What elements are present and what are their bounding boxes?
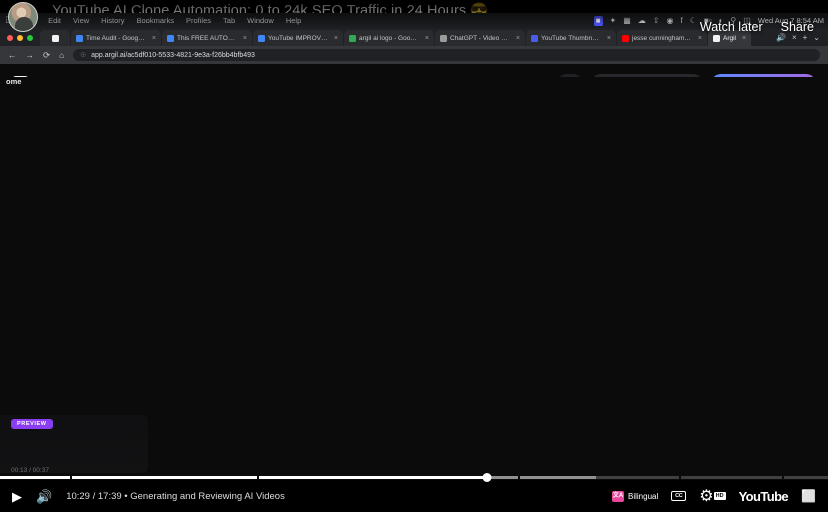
minimize-window-button[interactable] xyxy=(17,35,23,41)
menu-item-bookmarks[interactable]: Bookmarks xyxy=(131,16,181,25)
controls-right: 文A Bilingual CC ⚙ HD YouTube ⬜ xyxy=(612,486,816,506)
tab-favicon xyxy=(167,34,174,42)
close-window-button[interactable] xyxy=(7,35,13,41)
browser-tab-1[interactable]: This FREE AUTOMATIC× xyxy=(162,30,252,46)
pinned-tab[interactable] xyxy=(40,30,70,46)
chapter-markers xyxy=(0,476,828,479)
volume-icon[interactable]: 🔊 xyxy=(36,490,52,503)
chapter-marker-3 xyxy=(678,476,681,479)
fullscreen-icon[interactable]: ⬜ xyxy=(801,489,816,503)
tab-close-button[interactable]: × xyxy=(149,35,156,42)
back-button[interactable]: ← xyxy=(8,51,17,60)
window-traffic-lights[interactable] xyxy=(0,35,40,46)
site-info-icon[interactable]: ☉ xyxy=(80,51,86,59)
tab-close-icon[interactable]: × xyxy=(792,33,797,42)
arrow-up-icon[interactable]: ⇧ xyxy=(653,16,660,25)
new-tab-button[interactable]: + xyxy=(803,33,808,42)
menu-item-window[interactable]: Window xyxy=(241,16,280,25)
tab-mute-icon[interactable]: 🔊 xyxy=(776,33,786,42)
tab-strip-actions: 🔊 × + ⌄ xyxy=(770,33,828,46)
dropbox-icon[interactable]: ✦ xyxy=(610,16,617,25)
tab-favicon xyxy=(622,34,629,42)
screen-record-icon[interactable]: ■ xyxy=(593,15,603,26)
home-button[interactable]: ⌂ xyxy=(59,51,64,60)
more-videos-card[interactable]: PREVIEW 00:13 / 00:37 xyxy=(0,415,148,474)
chapter-marker-0 xyxy=(70,476,73,479)
time-display: 10:29 / 17:39 • Generating and Reviewing… xyxy=(66,490,285,502)
play-icon[interactable]: ▶ xyxy=(12,490,22,503)
tab-favicon xyxy=(258,34,265,42)
tab-title: Argil xyxy=(723,34,737,42)
youtube-logo[interactable]: YouTube xyxy=(739,489,789,504)
chapter-marker-1 xyxy=(256,476,259,479)
moon-icon[interactable]: ☾ xyxy=(690,16,697,25)
tab-close-button[interactable]: × xyxy=(695,35,702,42)
tab-close-button[interactable]: × xyxy=(604,35,611,42)
browser-tab-2[interactable]: YouTube IMPROVEMEN× xyxy=(253,30,343,46)
tab-favicon xyxy=(349,34,356,42)
tab-favicon xyxy=(76,34,83,42)
controls-row: ▶ 🔊 10:29 / 17:39 • Generating and Revie… xyxy=(0,480,828,512)
f-icon[interactable]: f xyxy=(681,16,683,25)
tab-search-button[interactable]: ⌄ xyxy=(813,33,820,42)
menu-item-edit[interactable]: Edit xyxy=(42,16,67,25)
menu-item-view[interactable]: View xyxy=(67,16,95,25)
bilingual-icon: 文A xyxy=(612,490,625,502)
tab-title: argil ai logo - Google S xyxy=(359,34,419,42)
tab-close-button[interactable]: × xyxy=(331,35,338,42)
browser-tab-6[interactable]: jesse cunningham - Yo × xyxy=(617,30,707,46)
tab-favicon xyxy=(713,34,720,42)
tab-close-button[interactable]: × xyxy=(739,35,746,42)
tab-title: YouTube Thumbnails C xyxy=(541,34,601,42)
tab-close-button[interactable]: × xyxy=(422,35,429,42)
forward-button[interactable]: → xyxy=(26,51,35,60)
menu-item-tab[interactable]: Tab xyxy=(217,16,241,25)
tab-title: YouTube IMPROVEMEN xyxy=(268,34,328,42)
address-bar[interactable]: ☉ app.argil.ai/ac5df010-5533-4821-9e3a-f… xyxy=(73,49,820,61)
preview-badge: PREVIEW xyxy=(11,419,53,429)
tab-list: Time Audit - Google D×This FREE AUTOMATI… xyxy=(71,28,770,46)
tab-title: Time Audit - Google D xyxy=(86,34,146,42)
tab-close-button[interactable]: × xyxy=(513,35,520,42)
chapter-marker-2 xyxy=(517,476,520,479)
menu-item-help[interactable]: Help xyxy=(280,16,307,25)
tab-title: jesse cunningham - Yo xyxy=(632,34,692,42)
tab-close-button[interactable]: × xyxy=(240,35,247,42)
screen-root:  ome File Edit View History Bookmarks P… xyxy=(0,0,828,512)
reload-button[interactable]: ⟳ xyxy=(43,51,50,60)
hd-quality-icon[interactable]: ⚙ HD xyxy=(699,486,726,506)
grid-icon[interactable]: ▦ xyxy=(623,16,631,25)
tab-favicon xyxy=(531,34,538,42)
bilingual-label: Bilingual xyxy=(628,491,659,501)
pinned-tab-favicon xyxy=(51,34,59,42)
menu-item-history[interactable]: History xyxy=(95,16,130,25)
address-bar-url: app.argil.ai/ac5df010-5533-4821-9e3a-f26… xyxy=(91,51,255,59)
browser-tab-4[interactable]: ChatGPT - Video Thum× xyxy=(435,30,525,46)
menu-item-profiles[interactable]: Profiles xyxy=(180,16,217,25)
watch-later-button[interactable]: Watch later xyxy=(700,20,763,34)
browser-tab-0[interactable]: Time Audit - Google D × xyxy=(71,30,161,46)
chapter-marker-4 xyxy=(782,476,785,479)
browser-tab-3[interactable]: argil ai logo - Google S × xyxy=(344,30,434,46)
youtube-player-controls: ▶ 🔊 10:29 / 17:39 • Generating and Revie… xyxy=(0,467,828,512)
browser-tab-5[interactable]: YouTube Thumbnails C× xyxy=(526,30,616,46)
youtube-overlay-actions: Watch later Share xyxy=(700,20,814,34)
tab-title: This FREE AUTOMATIC xyxy=(177,34,237,42)
tab-title: ChatGPT - Video Thum xyxy=(450,34,510,42)
tab-favicon xyxy=(440,34,447,42)
youtube-channel-avatar[interactable] xyxy=(8,2,38,32)
cc-icon[interactable]: CC xyxy=(671,491,687,501)
browser-toolbar: ← → ⟳ ⌂ ☉ app.argil.ai/ac5df010-5533-482… xyxy=(0,46,828,64)
bilingual-button[interactable]: 文A Bilingual xyxy=(612,490,659,502)
share-button[interactable]: Share xyxy=(781,20,814,34)
maximize-window-button[interactable] xyxy=(27,35,33,41)
hd-badge: HD xyxy=(713,492,726,500)
cloud-icon[interactable]: ☁ xyxy=(638,16,646,25)
clock-icon[interactable]: ◉ xyxy=(667,16,674,25)
